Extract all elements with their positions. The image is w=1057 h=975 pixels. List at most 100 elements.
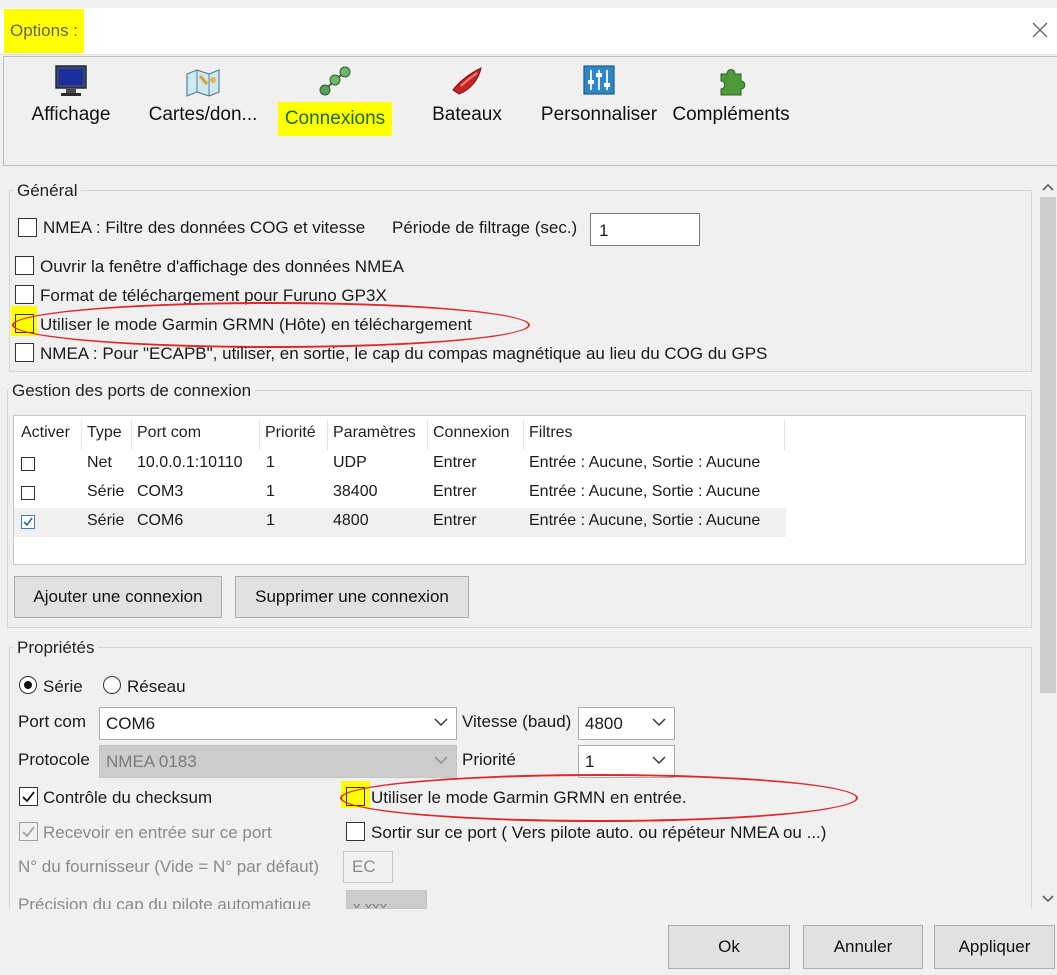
protocol-value: NMEA 0183 (106, 752, 197, 771)
receive-checkbox (19, 822, 38, 841)
port-com-select[interactable]: COM6 (99, 707, 457, 740)
ports-group-title: Gestion des ports de connexion (8, 381, 256, 401)
priority-label: Priorité (462, 750, 516, 769)
connections-list[interactable]: Activer Type Port com Priorité Paramètre… (13, 415, 1026, 565)
table-row[interactable]: Série COM6 1 4800 Entrer Entrée : Aucune… (14, 508, 786, 537)
port-com-value: COM6 (106, 714, 156, 733)
row-params: 4800 (333, 512, 369, 529)
tab-bateaux[interactable]: Bateaux (426, 64, 508, 128)
add-connection-button[interactable]: Ajouter une connexion (14, 576, 222, 618)
protocol-label: Protocole (18, 750, 90, 769)
check-icon (22, 791, 35, 803)
title-bar (0, 8, 1057, 55)
supplier-input: EC (343, 851, 393, 883)
monitor-icon (55, 65, 87, 96)
row-enable-checkbox[interactable] (21, 486, 35, 500)
tab-personnaliser-label: Personnaliser (540, 104, 658, 125)
column-header-parametres[interactable]: Paramètres (333, 424, 416, 442)
tab-affichage-label: Affichage (31, 104, 111, 125)
row-enable-checkbox[interactable] (21, 457, 35, 471)
close-icon[interactable] (1026, 16, 1054, 44)
remove-connection-button[interactable]: Supprimer une connexion (235, 576, 469, 618)
general-group-title: Général (13, 181, 82, 201)
check-icon (23, 517, 33, 527)
tab-complements[interactable]: Compléments (668, 64, 794, 128)
output-checkbox[interactable] (346, 822, 365, 841)
ecapb-label: NMEA : Pour "ECAPB", utiliser, en sortie… (40, 344, 768, 363)
receive-label: Recevoir en entrée sur ce port (43, 823, 272, 842)
chevron-down-icon (652, 718, 666, 726)
output-label: Sortir sur ce port ( Vers pilote auto. o… (371, 823, 827, 842)
apply-button[interactable]: Appliquer (934, 925, 1055, 969)
row-filters: Entrée : Aucune, Sortie : Aucune (529, 512, 761, 529)
scrollbar-thumb[interactable] (1040, 197, 1056, 693)
tab-cartes-label: Cartes/don... (148, 104, 258, 125)
boat-icon (452, 67, 482, 95)
supplier-label: N° du fournisseur (Vide = N° par défaut) (18, 857, 320, 876)
tab-personnaliser[interactable]: Personnaliser (537, 64, 661, 128)
window-title: Options : (4, 9, 85, 53)
ok-button[interactable]: Ok (668, 925, 790, 969)
properties-group-title: Propriétés (13, 638, 99, 658)
row-params: UDP (333, 454, 367, 471)
priority-value: 1 (585, 752, 595, 771)
open-nmea-window-checkbox[interactable] (15, 256, 34, 275)
column-header-connexion[interactable]: Connexion (433, 424, 510, 442)
ecapb-checkbox[interactable] (15, 343, 34, 362)
row-type: Série (87, 483, 125, 500)
row-enable-checkbox[interactable] (21, 515, 35, 529)
row-connection: Entrer (433, 454, 477, 471)
row-port: 10.0.0.1:10110 (137, 454, 243, 471)
open-nmea-window-label: Ouvrir la fenêtre d'affichage des donnée… (40, 257, 404, 276)
tab-bateaux-label: Bateaux (432, 104, 502, 125)
row-priority: 1 (266, 454, 275, 471)
baud-select[interactable]: 4800 (578, 707, 675, 740)
tab-affichage[interactable]: Affichage (28, 64, 114, 128)
radio-reseau-label: Réseau (127, 677, 186, 696)
radio-reseau[interactable] (103, 676, 121, 694)
row-port: COM3 (137, 483, 184, 500)
baud-value: 4800 (585, 714, 623, 733)
connections-icon (319, 66, 351, 96)
nmea-filter-label: NMEA : Filtre des données COG et vitesse (43, 218, 366, 237)
autopilot-precision-select: x.xxx (346, 890, 427, 909)
chevron-down-icon (434, 718, 448, 726)
annotation-ellipse-garmin-host (12, 302, 530, 348)
baud-label: Vitesse (baud) (462, 712, 572, 731)
cancel-button[interactable]: Annuler (803, 925, 923, 969)
filter-period-input[interactable]: 1 (590, 213, 700, 246)
column-header-filtres[interactable]: Filtres (529, 424, 573, 442)
row-filters: Entrée : Aucune, Sortie : Aucune (529, 483, 761, 500)
filter-period-label: Période de filtrage (sec.) (392, 218, 578, 237)
checksum-label: Contrôle du checksum (43, 788, 213, 807)
chevron-down-icon (652, 756, 666, 764)
row-priority: 1 (266, 483, 275, 500)
column-header-priorite[interactable]: Priorité (265, 424, 316, 442)
row-type: Série (87, 512, 125, 529)
radio-serie[interactable] (19, 676, 37, 694)
row-connection: Entrer (433, 483, 477, 500)
puzzle-icon (720, 69, 746, 96)
row-connection: Entrer (433, 512, 477, 529)
check-icon (22, 826, 35, 838)
furuno-format-checkbox[interactable] (15, 285, 34, 304)
table-row[interactable]: Net 10.0.0.1:10110 1 UDP Entrer Entrée :… (14, 450, 786, 479)
table-row[interactable]: Série COM3 1 38400 Entrer Entrée : Aucun… (14, 479, 786, 508)
checksum-checkbox[interactable] (19, 787, 38, 806)
nmea-filter-checkbox[interactable] (18, 218, 37, 237)
column-header-type[interactable]: Type (87, 424, 122, 442)
row-filters: Entrée : Aucune, Sortie : Aucune (529, 454, 761, 471)
tab-cartes[interactable]: Cartes/don... (144, 64, 262, 128)
tab-complements-label: Compléments (672, 104, 790, 125)
column-header-activer[interactable]: Activer (21, 424, 70, 442)
radio-serie-label: Série (43, 677, 83, 696)
scroll-up-icon[interactable] (1041, 182, 1055, 192)
autopilot-precision-value: x.xxx (353, 899, 388, 909)
sliders-icon (583, 65, 615, 95)
tab-connexions[interactable]: Connexions (276, 64, 394, 136)
chevron-down-icon (434, 756, 448, 764)
annotation-ellipse-garmin-input (340, 774, 858, 822)
column-header-port[interactable]: Port com (137, 424, 201, 442)
scroll-down-icon[interactable] (1041, 894, 1055, 904)
port-com-label: Port com (18, 712, 87, 731)
